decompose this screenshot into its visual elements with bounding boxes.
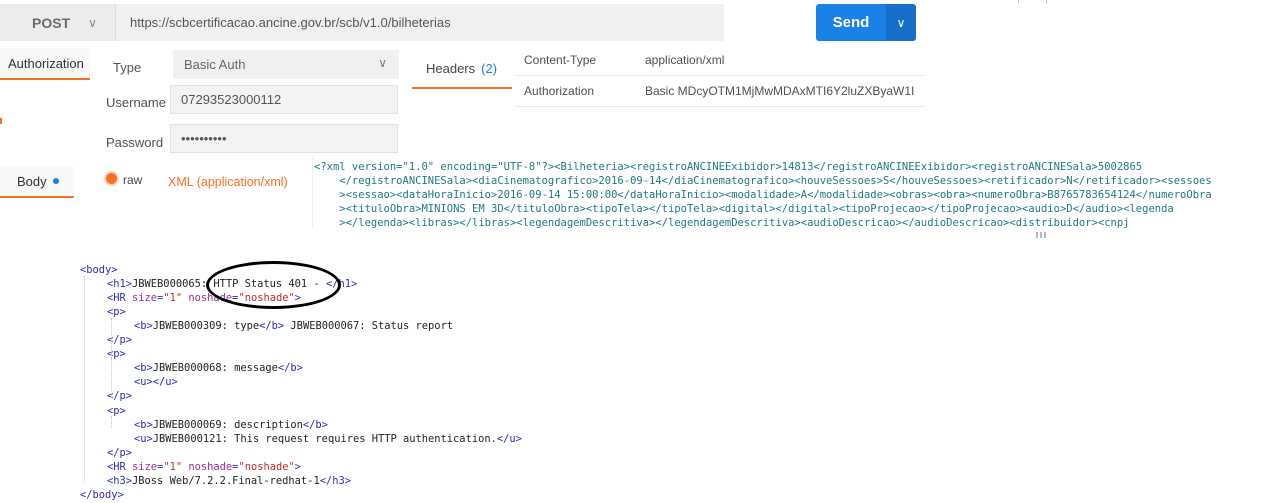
tab-body[interactable]: Body	[0, 166, 74, 196]
chevron-down-icon: ∨	[378, 56, 387, 70]
response-line: <b>JBWEB000309: type</b> JBWEB000067: St…	[134, 320, 453, 332]
response-token: </h3>	[319, 474, 351, 487]
response-token: noshade	[188, 460, 233, 473]
indent-guide	[84, 276, 85, 482]
headers-table: Content-Type application/xml Authorizati…	[515, 45, 925, 125]
response-line: </body>	[80, 489, 124, 501]
response-token: >	[294, 460, 302, 473]
response-token: <p>	[107, 348, 126, 361]
tab-active-indicator	[0, 118, 2, 124]
response-line: <p>	[107, 405, 126, 417]
raw-radio[interactable]	[106, 173, 117, 184]
active-dot-icon	[52, 178, 59, 184]
auth-type-value: Basic Auth	[184, 57, 246, 72]
response-token: </p>	[107, 446, 133, 459]
code-line: <?xml version="1.0" encoding="UTF-8"?><B…	[314, 161, 1143, 173]
response-token: <b>	[134, 320, 153, 333]
response-token: </b>	[277, 362, 303, 375]
format-select[interactable]: XML (application/xml)	[168, 175, 288, 189]
response-line: <HR size="1" noshade="noshade">	[107, 461, 301, 473]
response-token: JBWEB000069: description	[152, 418, 303, 431]
response-line: <body>	[80, 264, 118, 276]
response-line: <u></u>	[134, 376, 178, 388]
chevron-down-icon: ∨	[88, 15, 97, 30]
code-line: ></legenda><libras></libras><legendagemD…	[314, 217, 1130, 228]
password-value: ••••••••••	[181, 131, 227, 146]
code-line: ><sessao><dataHoraInicio>2016-09-14 15:0…	[314, 189, 1212, 201]
response-line: <u>JBWEB000121: This request requires HT…	[134, 433, 522, 445]
code-line: ><tituloObra>MINIONS EM 3D</tituloObra><…	[314, 203, 1174, 215]
username-field[interactable]: 07293523000112	[170, 85, 398, 114]
response-token: JBWEB000121: This request requires HTTP …	[152, 432, 497, 445]
tab-active-indicator	[0, 196, 74, 198]
response-line: <b>JBWEB000069: description</b>	[134, 419, 328, 431]
header-value: application/xml	[645, 53, 725, 67]
response-token: JBWEB000309: type	[152, 320, 260, 333]
response-token: <u>	[134, 432, 153, 445]
username-label: Username	[106, 95, 166, 110]
divider	[1046, 0, 1047, 4]
response-token: <b>	[134, 362, 153, 375]
header-key: Content-Type	[524, 53, 597, 67]
tab-body-label: Body	[17, 173, 47, 189]
indent-guide	[111, 416, 112, 428]
response-line: <b>JBWEB000068: message</b>	[134, 362, 303, 374]
header-value: Basic MDcyOTM1MjMwMDAxMTI6Y2luZXByaW1I	[645, 84, 915, 98]
chevron-down-icon: ∨	[896, 15, 906, 30]
response-token: <HR	[107, 460, 133, 473]
headers-count-badge: (2)	[481, 60, 498, 76]
response-token: <p>	[107, 404, 126, 417]
header-key: Authorization	[524, 84, 595, 98]
response-token: <h1>	[107, 278, 133, 291]
response-token: <b>	[134, 418, 153, 431]
response-token: </body>	[80, 488, 124, 501]
response-token: <p>	[107, 306, 126, 319]
header-row[interactable]: Content-Type application/xml	[515, 45, 925, 76]
response-token: size	[132, 460, 158, 473]
tab-authorization-label: Authorization	[8, 55, 84, 71]
scroll-indicator	[1036, 232, 1046, 238]
url-value: https://scbcertificacao.ancine.gov.br/sc…	[130, 15, 451, 30]
response-token: JBWEB000068: message	[152, 362, 278, 375]
response-token: JBoss Web/7.2.2.Final-redhat-1	[132, 474, 320, 487]
send-options-button[interactable]: ∨	[886, 4, 916, 41]
header-row[interactable]: Authorization Basic MDcyOTM1MjMwMDAxMTI6…	[515, 76, 925, 107]
response-token: </b>	[259, 320, 285, 333]
indent-guide	[111, 358, 112, 398]
code-line: </registroANCINESala><diaCinematografico…	[314, 175, 1212, 187]
highlight-ellipse	[206, 261, 341, 309]
response-token: "noshade"	[238, 460, 295, 473]
response-token: </u>	[496, 432, 522, 445]
response-token: <u></u>	[134, 376, 178, 389]
response-line: </p>	[107, 447, 132, 459]
response-viewer[interactable]: <body> <h1>JBWEB000065: HTTP Status 401 -…	[0, 258, 1275, 503]
tab-active-indicator	[412, 87, 512, 89]
tab-headers[interactable]: Headers (2)	[412, 47, 514, 89]
response-line: <p>	[107, 348, 126, 360]
type-label: Type	[113, 60, 142, 75]
method-select[interactable]: POST ∨	[0, 4, 116, 41]
response-line: <h3>JBoss Web/7.2.2.Final-redhat-1</h3>	[107, 475, 351, 487]
response-token: "1"	[163, 460, 183, 473]
password-label: Password	[106, 135, 164, 150]
url-input[interactable]: https://scbcertificacao.ancine.gov.br/sc…	[116, 4, 724, 41]
send-button[interactable]: Send	[816, 4, 886, 41]
auth-type-select[interactable]: Basic Auth ∨	[173, 50, 399, 79]
divider	[1018, 0, 1019, 4]
response-token: </b>	[302, 418, 328, 431]
response-token: "1"	[163, 292, 183, 305]
response-token: <body>	[80, 264, 118, 276]
tab-headers-label: Headers	[426, 60, 476, 76]
response-token: size	[132, 292, 158, 305]
body-editor[interactable]: <?xml version="1.0" encoding="UTF-8"?><B…	[312, 158, 1275, 228]
raw-label: raw	[123, 173, 143, 187]
response-token: JBWEB000067: Status report	[284, 320, 454, 333]
username-value: 07293523000112	[181, 92, 282, 107]
method-label: POST	[32, 14, 71, 31]
response-token: <h3>	[107, 474, 133, 487]
password-field[interactable]: ••••••••••	[170, 124, 398, 153]
response-line: <p>	[107, 306, 126, 318]
response-token: <HR	[107, 292, 133, 305]
